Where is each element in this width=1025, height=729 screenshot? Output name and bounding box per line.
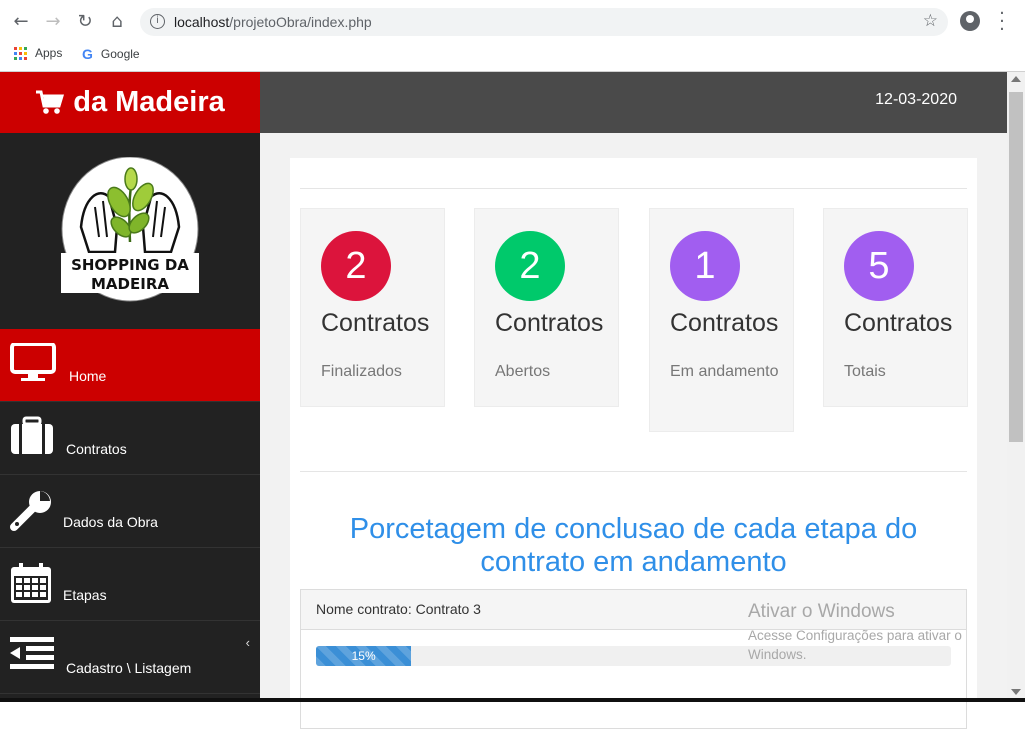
briefcase-icon [11,416,53,454]
top-bar: 12-03-2020 [260,72,1007,133]
back-arrow-icon[interactable]: ← [8,9,34,35]
address-bar[interactable]: i localhost/projetoObra/index.php ☆ [140,8,948,36]
apps-grid-icon [14,46,27,60]
chevron-left-icon[interactable]: ‹ [246,635,250,650]
current-date: 12-03-2020 [875,91,957,108]
stat-card-totais: 5 Contratos Totais [823,208,968,407]
stat-card-finalizados: 2 Contratos Finalizados [300,208,445,407]
sidebar-item-etapas[interactable]: Etapas [0,548,260,621]
stat-count-badge: 5 [844,231,914,301]
url-text[interactable]: localhost/projetoObra/index.php [174,14,372,30]
brand-header[interactable]: da Madeira [0,72,260,133]
sidebar-item-label: Dados da Obra [63,514,158,530]
sidebar: da Madeira SHOPPING DA MADEIRA Home Cont… [0,72,260,702]
sidebar-item-dados-da-obra[interactable]: Dados da Obra [0,475,260,548]
calendar-icon [11,563,51,603]
sidebar-item-label: Etapas [63,587,107,603]
home-icon[interactable]: ⌂ [104,9,130,35]
scroll-thumb[interactable] [1009,92,1023,442]
sidebar-item-label: Home [69,368,107,384]
stat-count-badge: 2 [495,231,565,301]
reload-icon[interactable]: ↻ [72,9,98,35]
bookmark-google[interactable]: G Google [82,46,140,62]
windows-activation-watermark: Ativar o Windows Acesse Configurações pa… [748,601,988,664]
profile-avatar-icon[interactable] [960,11,980,31]
sidebar-item-label: Cadastro \ Listagem [66,660,192,676]
stat-title: Contratos [495,309,604,337]
shopping-da-madeira-logo: SHOPPING DA MADEIRA [61,157,199,302]
stat-title: Contratos [844,309,953,337]
stat-subtitle: Em andamento [670,363,779,380]
browser-menu-icon[interactable]: · · · [994,5,1010,39]
bookmark-apps[interactable]: Apps [14,46,62,60]
scroll-down-arrow-icon[interactable] [1011,689,1021,695]
stat-title: Contratos [670,309,779,337]
bookmark-star-icon[interactable]: ☆ [923,11,938,31]
stat-subtitle: Abertos [495,363,551,380]
divider [300,471,967,472]
wrench-icon [10,491,51,531]
page-scrollbar[interactable] [1007,72,1025,702]
sidebar-item-label: Contratos [66,441,127,457]
logo-text-line1: SHOPPING DA [71,256,189,274]
progress-bar: 15% [316,646,412,666]
browser-chrome: ← → ↻ ⌂ i localhost/projetoObra/index.ph… [0,0,1025,72]
stat-subtitle: Finalizados [321,363,402,380]
sidebar-item-home[interactable]: Home [0,329,260,402]
divider [300,188,967,189]
sidebar-item-cadastro-listagem[interactable]: Cadastro \ Listagem ‹ [0,621,260,694]
stat-subtitle: Totais [844,363,886,380]
scroll-up-arrow-icon[interactable] [1011,76,1021,82]
bookmarks-bar: Apps G Google [0,44,1025,66]
sidebar-item-contratos[interactable]: Contratos [0,402,260,475]
stat-title: Contratos [321,309,430,337]
info-icon[interactable]: i [150,14,165,29]
stat-count-badge: 1 [670,231,740,301]
watermark-title: Ativar o Windows [748,601,895,622]
shopping-cart-icon [36,90,65,114]
forward-arrow-icon[interactable]: → [40,9,66,35]
monitor-icon [10,343,56,381]
section-title: Porcetagem de conclusao de cada etapa do… [349,513,918,578]
stat-card-em-andamento: 1 Contratos Em andamento [649,208,794,432]
list-indent-icon [10,637,54,669]
logo-area: SHOPPING DA MADEIRA [0,133,260,329]
google-icon: G [82,46,93,62]
stat-count-badge: 2 [321,231,391,301]
watermark-text: Acesse Configurações para ativar o Windo… [748,628,962,662]
logo-text-line2: MADEIRA [91,275,169,293]
taskbar-edge [0,698,1025,702]
stat-card-abertos: 2 Contratos Abertos [474,208,619,407]
brand-name: da Madeira [73,86,225,118]
